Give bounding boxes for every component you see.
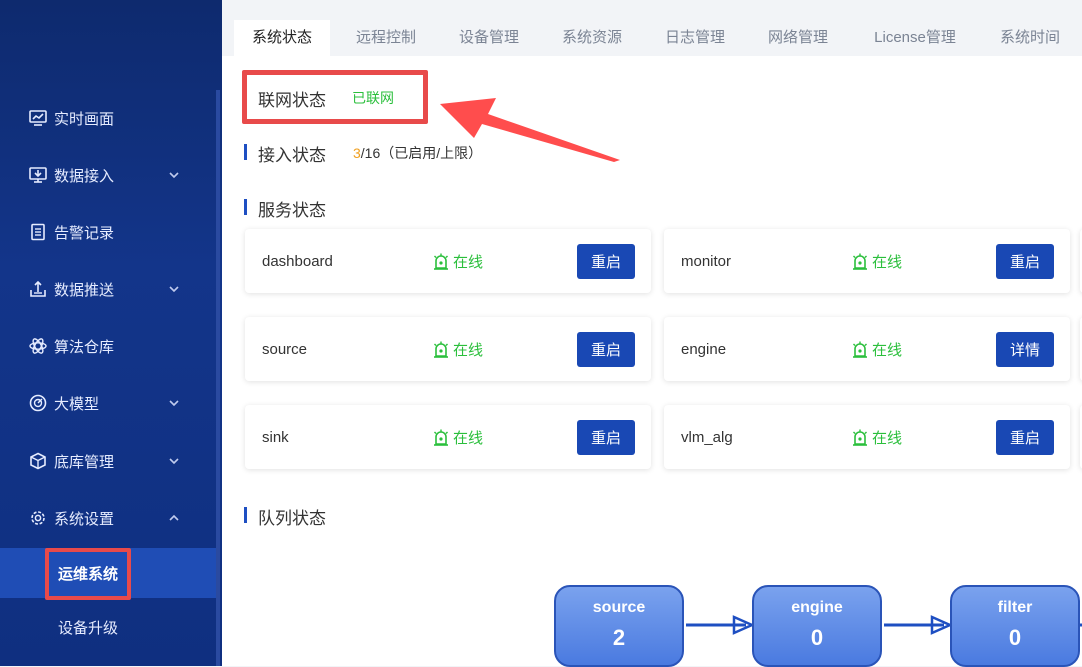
- restart-button[interactable]: 重启: [577, 244, 635, 279]
- chevron-up-icon: [169, 514, 179, 521]
- service-status: 在线: [433, 339, 483, 360]
- service-card-monitor: monitor 在线 重启: [664, 229, 1070, 293]
- queue-status-title: 队列状态: [258, 509, 326, 528]
- tab-device-management[interactable]: 设备管理: [441, 20, 537, 56]
- tab-remote-control[interactable]: 远程控制: [338, 20, 434, 56]
- service-status: 在线: [433, 427, 483, 448]
- beacon-icon: [853, 341, 867, 358]
- chevron-down-icon: [169, 458, 179, 465]
- sidebar-item-label: 大模型: [54, 395, 100, 413]
- sidebar-subitem-label: 设备升级: [58, 619, 119, 637]
- tab-license-management[interactable]: License管理: [853, 20, 977, 56]
- service-name: dashboard: [262, 253, 333, 270]
- sidebar: 实时画面 数据接入 告警记录 数据推送 算法仓库 大模型 底库管理 系统设置 运…: [0, 0, 222, 666]
- queue-node-source: source 2: [554, 585, 684, 667]
- highlight-box-network-status: [242, 70, 428, 124]
- sidebar-item-label: 告警记录: [54, 224, 115, 242]
- sidebar-item-label: 数据推送: [54, 281, 115, 299]
- queue-node-engine: engine 0: [752, 585, 882, 667]
- sidebar-scrollbar[interactable]: [216, 90, 220, 666]
- beacon-icon: [853, 253, 867, 270]
- sidebar-item-data-push[interactable]: 数据推送: [0, 269, 216, 309]
- sidebar-item-label: 算法仓库: [54, 338, 115, 356]
- service-name: sink: [262, 429, 289, 446]
- sidebar-subitem-device-upgrade[interactable]: 设备升级: [0, 602, 216, 652]
- beacon-icon: [434, 253, 448, 270]
- service-name: source: [262, 341, 308, 358]
- sidebar-item-label: 底库管理: [54, 453, 115, 471]
- monitor-chart-icon: [28, 108, 48, 128]
- queue-node-label: source: [592, 599, 646, 616]
- sidebar-item-large-model[interactable]: 大模型: [0, 383, 216, 423]
- tab-system-status[interactable]: 系统状态: [234, 20, 330, 56]
- service-status: 在线: [852, 427, 902, 448]
- section-marker: [244, 507, 247, 523]
- sidebar-item-realtime[interactable]: 实时画面: [0, 98, 216, 138]
- sidebar-item-base-library[interactable]: 底库管理: [0, 441, 216, 481]
- restart-button[interactable]: 重启: [996, 244, 1054, 279]
- service-card-vlm-alg: vlm_alg 在线 重启: [664, 405, 1070, 469]
- highlight-box-ops-system: [45, 548, 131, 600]
- service-status-title: 服务状态: [258, 201, 326, 220]
- tab-log-management[interactable]: 日志管理: [647, 20, 743, 56]
- beacon-icon: [434, 429, 448, 446]
- service-name: engine: [681, 341, 727, 358]
- restart-button[interactable]: 重启: [577, 420, 635, 455]
- service-name: vlm_alg: [681, 429, 733, 446]
- service-card-engine: engine 在线 详情: [664, 317, 1070, 381]
- beacon-icon: [853, 429, 867, 446]
- tab-bar: 系统状态 远程控制 设备管理 系统资源 日志管理 网络管理 License管理 …: [222, 0, 1082, 56]
- section-marker: [244, 144, 247, 160]
- queue-node-filter: filter 0: [950, 585, 1080, 667]
- service-name: monitor: [681, 253, 732, 270]
- sidebar-item-data-access[interactable]: 数据接入: [0, 155, 216, 195]
- sidebar-item-label: 实时画面: [54, 110, 115, 128]
- chevron-down-icon: [169, 286, 179, 293]
- service-status: 在线: [852, 339, 902, 360]
- sidebar-item-alarm-records[interactable]: 告警记录: [0, 212, 216, 252]
- service-status: 在线: [433, 251, 483, 272]
- sidebar-item-system-settings[interactable]: 系统设置: [0, 498, 216, 538]
- tab-system-time[interactable]: 系统时间: [982, 20, 1078, 56]
- service-status: 在线: [852, 251, 902, 272]
- chevron-down-icon: [169, 400, 179, 407]
- queue-node-value: 2: [612, 625, 626, 650]
- queue-node-label: filter: [997, 599, 1033, 616]
- access-limit-text: /16（已启用/上限）: [360, 145, 483, 161]
- sidebar-item-algorithm-store[interactable]: 算法仓库: [0, 326, 216, 366]
- restart-button[interactable]: 重启: [577, 332, 635, 367]
- access-used-count: 3: [353, 145, 361, 161]
- cube-icon: [28, 451, 48, 471]
- tab-system-resources[interactable]: 系统资源: [544, 20, 640, 56]
- desktop-import-icon: [28, 165, 48, 185]
- service-card-dashboard: dashboard 在线 重启: [245, 229, 651, 293]
- gear-icon: [28, 508, 48, 528]
- beacon-icon: [434, 341, 448, 358]
- tab-network-management[interactable]: 网络管理: [750, 20, 846, 56]
- chevron-down-icon: [169, 172, 179, 179]
- access-status-title: 接入状态: [258, 146, 326, 165]
- queue-node-value: 0: [1008, 625, 1022, 650]
- model-gauge-icon: [28, 393, 48, 413]
- restart-button[interactable]: 重启: [996, 420, 1054, 455]
- access-status-value: 3/16（已启用/上限）: [353, 143, 482, 163]
- service-card-source: source 在线 重启: [245, 317, 651, 381]
- sidebar-item-label: 系统设置: [54, 510, 115, 528]
- sidebar-item-label: 数据接入: [54, 167, 115, 185]
- main-content: 系统状态 远程控制 设备管理 系统资源 日志管理 网络管理 License管理 …: [222, 0, 1082, 667]
- service-card-sink: sink 在线 重启: [245, 405, 651, 469]
- atom-icon: [28, 336, 48, 356]
- upload-tray-icon: [28, 279, 48, 299]
- section-marker: [244, 199, 247, 215]
- document-list-icon: [28, 222, 48, 242]
- queue-node-value: 0: [810, 625, 824, 650]
- details-button[interactable]: 详情: [996, 332, 1054, 367]
- queue-node-label: engine: [791, 599, 843, 616]
